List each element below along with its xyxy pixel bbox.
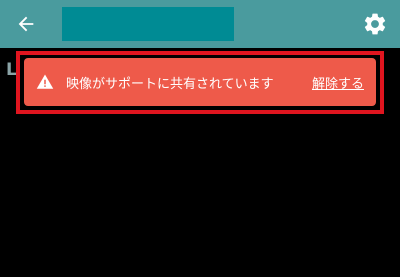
sharing-notification-banner: 映像がサポートに共有されています 解除する — [24, 58, 376, 106]
title-placeholder — [62, 7, 234, 41]
banner-message: 映像がサポートに共有されています — [66, 76, 274, 92]
warning-icon — [36, 73, 54, 91]
stop-sharing-link[interactable]: 解除する — [312, 73, 364, 92]
top-app-bar — [0, 0, 400, 48]
app-screen: L 映像がサポートに共有されています 解除する — [0, 0, 400, 277]
arrow-left-icon — [18, 16, 34, 32]
settings-button[interactable] — [360, 9, 390, 39]
gear-icon — [364, 13, 386, 35]
back-button[interactable] — [12, 10, 40, 38]
